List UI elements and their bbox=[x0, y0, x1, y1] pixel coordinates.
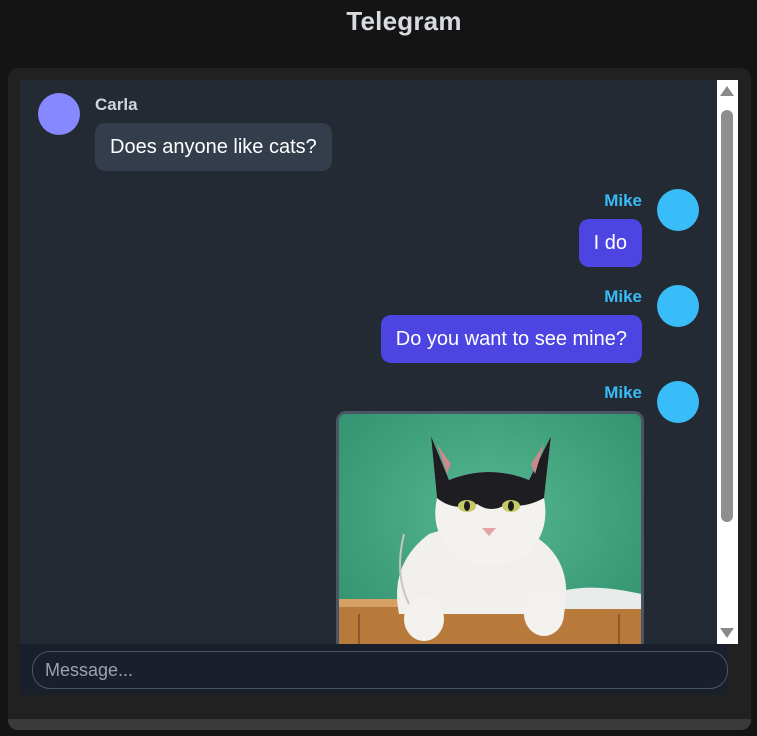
scroll-thumb[interactable] bbox=[721, 110, 733, 522]
message-bubble[interactable]: Does anyone like cats? bbox=[95, 123, 332, 171]
sender-name: Mike bbox=[604, 191, 642, 210]
sender-name: Mike bbox=[604, 383, 642, 402]
scroll-down-icon[interactable] bbox=[720, 628, 734, 638]
sender-name: Carla bbox=[95, 95, 138, 114]
scrollbar[interactable] bbox=[717, 80, 738, 644]
scroll-up-icon[interactable] bbox=[720, 86, 734, 96]
message-list[interactable]: Carla Does anyone like cats? Mike I do M… bbox=[20, 80, 717, 644]
avatar[interactable] bbox=[38, 93, 80, 135]
window-bottom-bar bbox=[8, 719, 751, 730]
chat-window: Carla Does anyone like cats? Mike I do M… bbox=[8, 68, 751, 730]
cat-photo[interactable] bbox=[336, 411, 644, 644]
sender-name: Mike bbox=[604, 287, 642, 306]
avatar[interactable] bbox=[657, 381, 699, 423]
message-input[interactable] bbox=[32, 651, 728, 689]
cat-photo-image bbox=[339, 414, 641, 644]
message-bubble[interactable]: I do bbox=[578, 219, 642, 267]
app-title: Telegram bbox=[346, 6, 462, 36]
avatar[interactable] bbox=[657, 189, 699, 231]
composer bbox=[20, 644, 728, 695]
avatar[interactable] bbox=[657, 285, 699, 327]
message-bubble[interactable]: Do you want to see mine? bbox=[380, 315, 642, 363]
